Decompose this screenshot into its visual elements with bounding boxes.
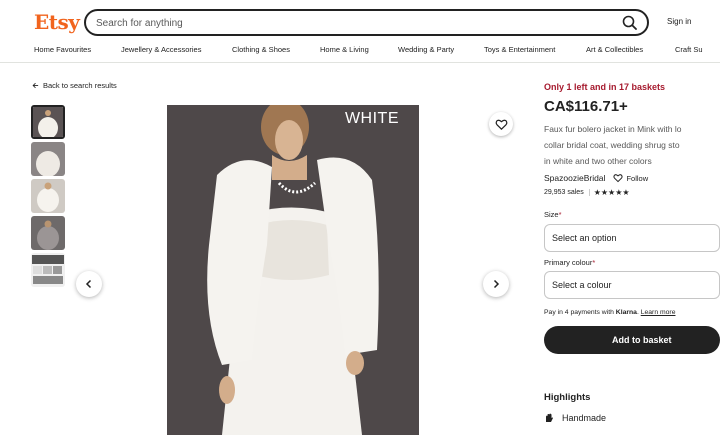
shop-name-link[interactable]: SpazoozieBridal xyxy=(544,173,605,183)
handmade-highlight: Handmade xyxy=(544,413,606,423)
category-craft[interactable]: Craft Su xyxy=(675,45,715,54)
colour-label: Primary colour* xyxy=(544,258,596,267)
thumbnail-5[interactable] xyxy=(31,253,65,287)
product-title-line: Faux fur bolero jacket in Mink with lo xyxy=(544,124,682,134)
image-color-label: WHITE xyxy=(344,110,399,127)
category-nav: Home Favourites Jewellery & Accessories … xyxy=(34,45,715,54)
product-price: CA$116.71+ xyxy=(544,98,628,115)
klarna-info: Pay in 4 payments with Klarna. Learn mor… xyxy=(544,309,676,316)
thumbnail-2[interactable] xyxy=(31,142,65,176)
hand-icon xyxy=(546,413,553,422)
highlights-heading: Highlights xyxy=(544,392,591,403)
favourite-button[interactable] xyxy=(489,112,513,136)
product-title: Faux fur bolero jacket in Mink with lo c… xyxy=(544,121,720,169)
category-wedding[interactable]: Wedding & Party xyxy=(398,45,484,54)
add-to-basket-button[interactable]: Add to basket xyxy=(544,326,720,354)
product-title-line: collar bridal coat, wedding shrug sto xyxy=(544,140,680,150)
arrow-left-icon xyxy=(32,82,39,89)
chevron-right-icon xyxy=(493,279,500,289)
thumbnail-3[interactable] xyxy=(31,179,65,213)
back-link-label: Back to search results xyxy=(43,81,117,90)
shop-row: SpazoozieBridal Follow xyxy=(544,173,648,183)
category-home-living[interactable]: Home & Living xyxy=(320,45,398,54)
heart-icon xyxy=(613,174,624,183)
category-home-favourites[interactable]: Home Favourites xyxy=(34,45,121,54)
thumbnail-list xyxy=(31,105,65,290)
sales-count: 29,953 sales xyxy=(544,189,590,196)
search-bar[interactable] xyxy=(84,9,649,36)
thumbnail-4[interactable] xyxy=(31,216,65,250)
back-to-results-link[interactable]: Back to search results xyxy=(32,81,117,90)
size-label: Size* xyxy=(544,210,562,219)
colour-select[interactable]: Select a colour xyxy=(544,271,720,299)
product-title-line: in white and two other colors xyxy=(544,156,652,166)
category-toys[interactable]: Toys & Entertainment xyxy=(484,45,586,54)
stock-notice: Only 1 left and in 17 baskets xyxy=(544,82,666,92)
search-input[interactable] xyxy=(96,15,596,31)
size-select[interactable]: Select an option xyxy=(544,224,720,252)
sign-in-link[interactable]: Sign in xyxy=(667,17,691,26)
header-divider xyxy=(0,62,720,63)
next-image-button[interactable] xyxy=(483,271,509,297)
rating-stars[interactable]: ★★★★★ xyxy=(594,188,630,197)
handmade-label: Handmade xyxy=(562,413,607,423)
thumbnail-1[interactable] xyxy=(31,105,65,139)
previous-image-button[interactable] xyxy=(76,271,102,297)
product-main-image[interactable]: WHITE xyxy=(167,105,419,435)
category-art[interactable]: Art & Collectibles xyxy=(586,45,675,54)
heart-icon xyxy=(495,119,507,130)
category-jewellery[interactable]: Jewellery & Accessories xyxy=(121,45,232,54)
sales-row: 29,953 sales ★★★★★ xyxy=(544,188,630,197)
search-icon[interactable] xyxy=(621,14,639,32)
learn-more-link[interactable]: Learn more xyxy=(641,309,676,316)
follow-label: Follow xyxy=(626,173,649,183)
category-clothing[interactable]: Clothing & Shoes xyxy=(232,45,320,54)
chevron-left-icon xyxy=(85,279,92,289)
etsy-logo[interactable]: Etsy xyxy=(34,10,80,34)
follow-shop-button[interactable]: Follow xyxy=(613,173,648,183)
